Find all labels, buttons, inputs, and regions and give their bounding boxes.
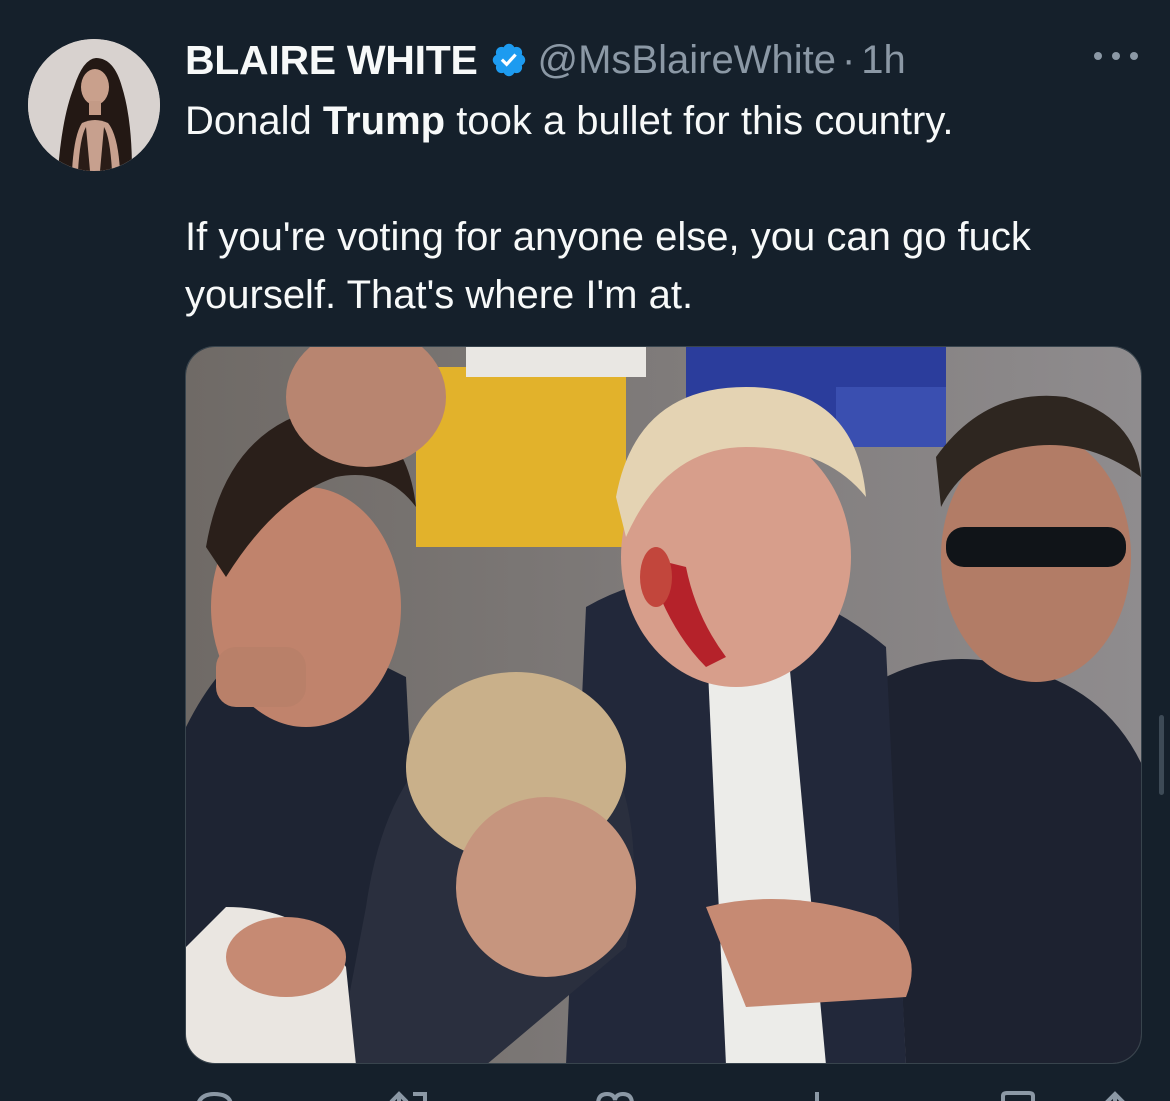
tweet-header: BLAIRE WHITE @MsBlaireWhite · 1h [185, 34, 906, 86]
timestamp[interactable]: 1h [861, 38, 906, 83]
tweet-line-2: If you're voting for anyone else, you ca… [185, 215, 1031, 317]
share-icon[interactable] [1095, 1088, 1135, 1101]
tweet-text: Donald Trump took a bullet for this coun… [185, 92, 1145, 324]
verified-badge-icon [490, 41, 528, 79]
display-name[interactable]: BLAIRE WHITE [185, 37, 478, 84]
photo-illustration [186, 347, 1141, 1063]
reply-icon[interactable] [191, 1088, 237, 1101]
avatar[interactable] [28, 39, 160, 171]
tweet[interactable]: BLAIRE WHITE @MsBlaireWhite · 1h Donald … [0, 0, 1170, 1101]
more-options-icon[interactable] [1094, 48, 1138, 64]
separator-dot: · [841, 37, 856, 82]
like-icon[interactable] [590, 1088, 640, 1101]
action-bar [185, 1082, 1142, 1101]
retweet-icon[interactable] [385, 1088, 435, 1101]
avatar-image [28, 39, 160, 171]
bold-word: Trump [322, 99, 446, 143]
tweet-photo[interactable] [185, 346, 1142, 1064]
handle[interactable]: @MsBlaireWhite [538, 38, 836, 83]
scrollbar-thumb[interactable] [1159, 715, 1164, 795]
tweet-line-1: Donald Trump took a bullet for this coun… [185, 99, 954, 143]
views-icon[interactable] [797, 1088, 837, 1101]
bookmark-icon[interactable] [995, 1088, 1041, 1101]
